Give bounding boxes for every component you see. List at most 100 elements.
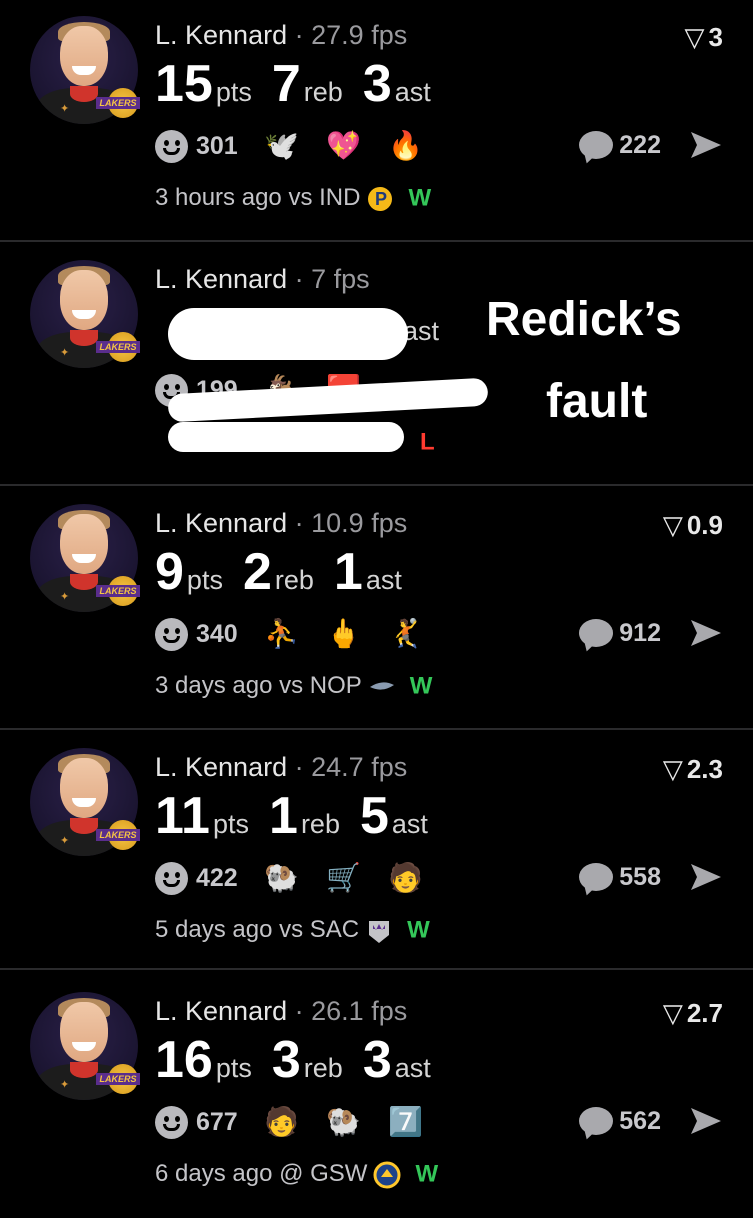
filter-funnel-icon: ▽ <box>684 22 705 52</box>
scribble-redaction <box>168 308 408 360</box>
smiley-icon[interactable] <box>155 129 188 163</box>
game-card[interactable]: ✦ LAKERS L. Kennard · 26.1 fps ▽ 2.7 16 pt… <box>0 976 753 1218</box>
smiley-icon[interactable] <box>155 617 188 651</box>
pts-value: 9 <box>155 543 184 601</box>
comments-row[interactable]: 912 <box>579 618 723 648</box>
reactions-row: 340 ⛹️ 🖕 🤾 <box>155 616 424 660</box>
reb-label: reb <box>303 1053 343 1083</box>
send-icon[interactable] <box>689 1106 723 1136</box>
pigeon-icon[interactable]: 🕊️ <box>264 128 300 164</box>
reaction-count: 301 <box>196 131 238 160</box>
game-meta: 3 hours ago vs IND P W <box>155 184 431 213</box>
kings-logo <box>365 917 393 945</box>
comment-icon[interactable] <box>579 131 614 159</box>
stat-line: 9 pts 2 reb 1 ast <box>155 542 422 602</box>
scribble-redaction <box>168 422 404 452</box>
player-name: L. Kennard <box>155 996 288 1026</box>
ast-label: ast <box>403 316 440 346</box>
fantasy-points: 27.9 fps <box>311 20 408 50</box>
reaction-count: 340 <box>196 619 238 648</box>
filter-funnel-icon: ▽ <box>662 754 683 784</box>
pts-value: 16 <box>155 1031 213 1089</box>
player-title: L. Kennard · 24.7 fps <box>155 752 407 783</box>
result-badge: W <box>409 672 433 700</box>
send-icon[interactable] <box>689 130 723 160</box>
separator: · <box>294 264 304 294</box>
smiley-icon[interactable] <box>155 861 188 895</box>
game-card[interactable]: ✦ LAKERS L. Kennard · 10.9 fps ▽ 0.9 9 pts… <box>0 488 753 730</box>
reb-label: reb <box>274 565 314 595</box>
player-icon[interactable]: ⛹️ <box>264 616 300 652</box>
separator: · <box>294 752 304 782</box>
ast-label: ast <box>365 565 402 595</box>
comments-row[interactable]: 562 <box>579 1106 723 1136</box>
person-icon[interactable]: 🧑 <box>264 1104 300 1140</box>
ast-label: ast <box>394 1053 431 1083</box>
lakers-logo-icon: LAKERS <box>96 1064 140 1094</box>
matchup: vs NOP <box>279 672 362 699</box>
send-icon[interactable] <box>689 618 723 648</box>
sparkling-heart-icon[interactable]: 💖 <box>326 128 362 164</box>
comment-icon[interactable] <box>579 619 614 647</box>
result-badge: L <box>420 428 435 456</box>
reaction-count: 677 <box>196 1107 238 1136</box>
comment-icon[interactable] <box>579 863 614 891</box>
matchup: vs SAC <box>279 916 360 943</box>
warriors-logo <box>373 1161 401 1189</box>
game-card[interactable]: ✦ LAKERS L. Kennard · 24.7 fps ▽ 2.3 11 pt… <box>0 732 753 974</box>
ast-value: 5 <box>359 787 389 845</box>
ast-value: 1 <box>333 543 363 601</box>
reb-value: 3 <box>271 1031 301 1089</box>
reactions-row: 677 🧑 🐏 7️⃣ <box>155 1104 424 1148</box>
send-icon[interactable] <box>689 862 723 892</box>
reactions-row: 301 🕊️ 💖 🔥 <box>155 128 424 172</box>
keycap-7-icon[interactable]: 7️⃣ <box>388 1104 424 1140</box>
divider <box>0 240 753 242</box>
svg-text:P: P <box>375 189 387 209</box>
game-card[interactable]: ✦ LAKERS L. Kennard · 7 fps ast 199🐐🟥 L … <box>0 244 753 486</box>
filter-funnel-icon: ▽ <box>662 998 683 1028</box>
ram-icon[interactable]: 🐏 <box>326 1104 362 1140</box>
separator: · <box>294 996 304 1026</box>
ast-value: 3 <box>362 1031 392 1089</box>
player-title: L. Kennard · 10.9 fps <box>155 508 407 539</box>
game-card[interactable]: ✦ LAKERS L. Kennard · 27.9 fps ▽ 3 15 pts 7… <box>0 0 753 242</box>
player-title: L. Kennard · 27.9 fps <box>155 20 407 51</box>
middle-finger-icon[interactable]: 🖕 <box>326 616 362 652</box>
comment-icon[interactable] <box>579 1107 614 1135</box>
result-badge: W <box>407 916 430 944</box>
ast-label: ast <box>394 77 431 107</box>
player-title: L. Kennard · 26.1 fps <box>155 996 407 1027</box>
fantasy-points: 10.9 fps <box>311 508 408 538</box>
ram-icon[interactable]: 🐏 <box>264 860 300 896</box>
game-meta: 6 days ago @ GSW W <box>155 1160 438 1189</box>
comment-count: 558 <box>619 862 661 891</box>
comment-count: 912 <box>619 618 661 647</box>
lakers-logo-icon: LAKERS <box>96 576 140 606</box>
pts-label: pts <box>215 77 252 107</box>
reb-value: 2 <box>242 543 272 601</box>
divider <box>0 484 753 486</box>
pts-label: pts <box>212 809 250 839</box>
pacers-logo: P <box>366 185 394 213</box>
fantasy-points: 24.7 fps <box>311 752 408 782</box>
cart-icon[interactable]: 🛒 <box>326 860 362 896</box>
player-icon[interactable]: 🤾 <box>388 616 424 652</box>
player-name: L. Kennard <box>155 508 288 538</box>
player-name: L. Kennard <box>155 264 288 294</box>
person-icon[interactable]: 🧑 <box>388 860 424 896</box>
separator: · <box>294 508 304 538</box>
comments-row[interactable]: 558 <box>579 862 723 892</box>
stat-line: 11 pts 1 reb 5 ast <box>155 786 448 846</box>
reactions-row: 422 🐏 🛒 🧑 <box>155 860 424 904</box>
reb-label: reb <box>300 809 340 839</box>
comments-row[interactable]: 222 <box>579 130 723 160</box>
pts-value: 11 <box>155 787 210 845</box>
delta-badge: ▽ 2.7 <box>662 998 723 1028</box>
fantasy-points: 26.1 fps <box>311 996 408 1026</box>
fire-icon[interactable]: 🔥 <box>388 128 424 164</box>
smiley-icon[interactable] <box>155 1105 188 1139</box>
stat-line: 15 pts 7 reb 3 ast <box>155 54 451 114</box>
filter-funnel-icon: ▽ <box>662 510 683 540</box>
lakers-logo-icon: LAKERS <box>96 88 140 118</box>
